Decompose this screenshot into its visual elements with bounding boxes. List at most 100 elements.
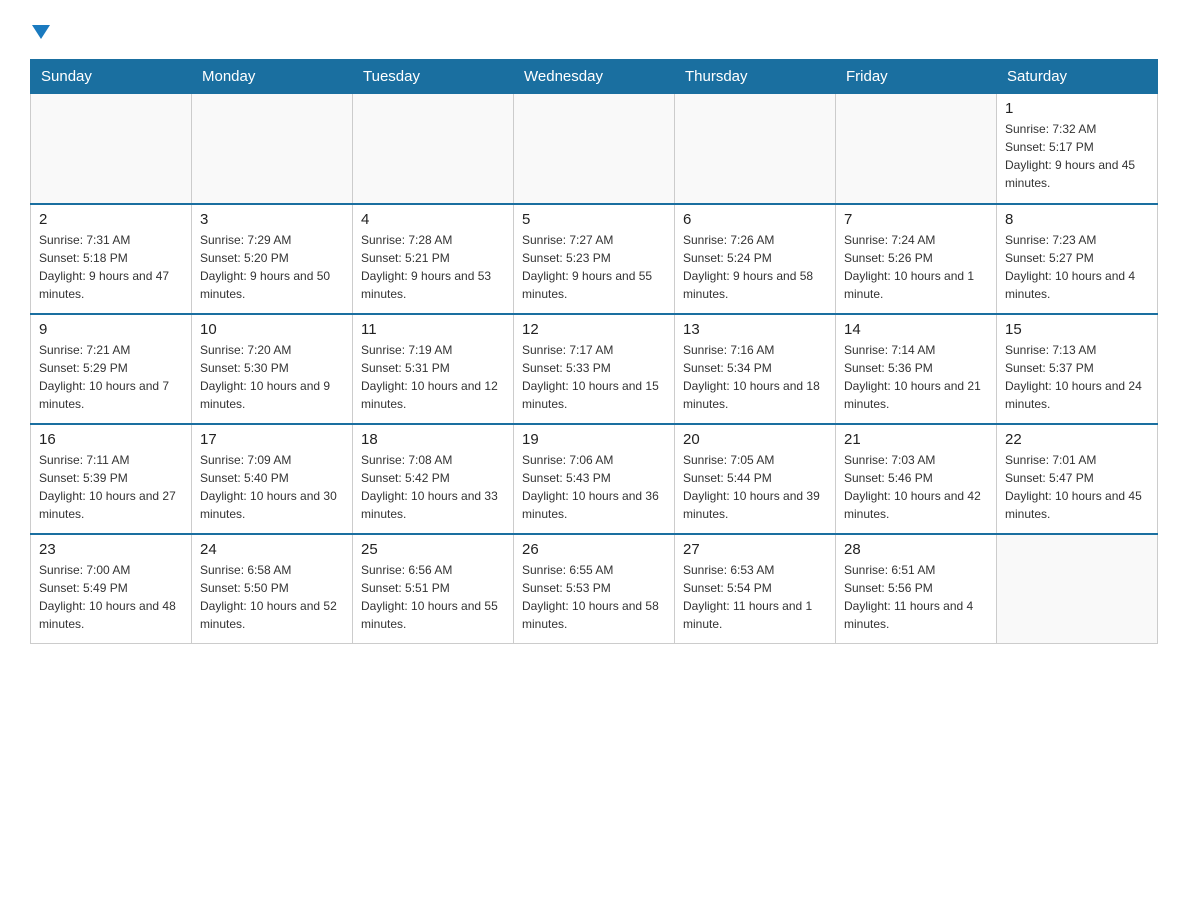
day-number: 23 xyxy=(39,541,183,558)
calendar-header: SundayMondayTuesdayWednesdayThursdayFrid… xyxy=(31,60,1158,94)
calendar-cell xyxy=(192,94,353,204)
day-number: 24 xyxy=(200,541,344,558)
day-number: 28 xyxy=(844,541,988,558)
day-number: 22 xyxy=(1005,431,1149,448)
calendar-cell xyxy=(675,94,836,204)
calendar-cell xyxy=(836,94,997,204)
day-info: Sunrise: 6:58 AM Sunset: 5:50 PM Dayligh… xyxy=(200,561,344,633)
weekday-header-monday: Monday xyxy=(192,60,353,94)
day-number: 5 xyxy=(522,211,666,228)
calendar-cell: 20 Sunrise: 7:05 AM Sunset: 5:44 PM Dayli… xyxy=(675,424,836,534)
day-number: 3 xyxy=(200,211,344,228)
day-info: Sunrise: 7:21 AM Sunset: 5:29 PM Dayligh… xyxy=(39,341,183,413)
day-info: Sunrise: 7:29 AM Sunset: 5:20 PM Dayligh… xyxy=(200,231,344,303)
day-number: 15 xyxy=(1005,321,1149,338)
day-info: Sunrise: 6:55 AM Sunset: 5:53 PM Dayligh… xyxy=(522,561,666,633)
week-row-5: 23Sunrise: 7:00 AM Sunset: 5:49 PM Dayli… xyxy=(31,534,1158,644)
calendar-cell: 15 Sunrise: 7:13 AM Sunset: 5:37 PM Dayli… xyxy=(997,314,1158,424)
page-header xyxy=(30,20,1158,43)
day-number: 8 xyxy=(1005,211,1149,228)
weekday-header-sunday: Sunday xyxy=(31,60,192,94)
day-number: 1 xyxy=(1005,100,1149,117)
calendar-cell: 5 Sunrise: 7:27 AM Sunset: 5:23 PM Daylig… xyxy=(514,204,675,314)
calendar-cell: 1 Sunrise: 7:32 AM Sunset: 5:17 PM Daylig… xyxy=(997,94,1158,204)
calendar-cell: 7 Sunrise: 7:24 AM Sunset: 5:26 PM Daylig… xyxy=(836,204,997,314)
day-number: 4 xyxy=(361,211,505,228)
day-info: Sunrise: 7:20 AM Sunset: 5:30 PM Dayligh… xyxy=(200,341,344,413)
day-info: Sunrise: 7:24 AM Sunset: 5:26 PM Dayligh… xyxy=(844,231,988,303)
calendar-cell: 11 Sunrise: 7:19 AM Sunset: 5:31 PM Dayli… xyxy=(353,314,514,424)
day-info: Sunrise: 7:19 AM Sunset: 5:31 PM Dayligh… xyxy=(361,341,505,413)
day-number: 21 xyxy=(844,431,988,448)
day-number: 14 xyxy=(844,321,988,338)
calendar-cell: 19 Sunrise: 7:06 AM Sunset: 5:43 PM Dayli… xyxy=(514,424,675,534)
day-info: Sunrise: 7:09 AM Sunset: 5:40 PM Dayligh… xyxy=(200,451,344,523)
day-number: 12 xyxy=(522,321,666,338)
calendar-cell xyxy=(31,94,192,204)
day-number: 7 xyxy=(844,211,988,228)
calendar-cell: 22 Sunrise: 7:01 AM Sunset: 5:47 PM Dayli… xyxy=(997,424,1158,534)
day-info: Sunrise: 7:16 AM Sunset: 5:34 PM Dayligh… xyxy=(683,341,827,413)
calendar-cell: 8Sunrise: 7:23 AM Sunset: 5:27 PM Daylig… xyxy=(997,204,1158,314)
day-number: 2 xyxy=(39,211,183,228)
day-number: 13 xyxy=(683,321,827,338)
week-row-1: 1 Sunrise: 7:32 AM Sunset: 5:17 PM Daylig… xyxy=(31,94,1158,204)
day-number: 6 xyxy=(683,211,827,228)
day-info: Sunrise: 7:14 AM Sunset: 5:36 PM Dayligh… xyxy=(844,341,988,413)
calendar-cell: 18 Sunrise: 7:08 AM Sunset: 5:42 PM Dayli… xyxy=(353,424,514,534)
logo-top xyxy=(30,20,50,43)
calendar-cell: 23Sunrise: 7:00 AM Sunset: 5:49 PM Dayli… xyxy=(31,534,192,644)
day-info: Sunrise: 7:03 AM Sunset: 5:46 PM Dayligh… xyxy=(844,451,988,523)
calendar-cell: 25Sunrise: 6:56 AM Sunset: 5:51 PM Dayli… xyxy=(353,534,514,644)
week-row-4: 16 Sunrise: 7:11 AM Sunset: 5:39 PM Dayli… xyxy=(31,424,1158,534)
day-number: 9 xyxy=(39,321,183,338)
day-info: Sunrise: 7:08 AM Sunset: 5:42 PM Dayligh… xyxy=(361,451,505,523)
weekday-header-thursday: Thursday xyxy=(675,60,836,94)
day-info: Sunrise: 7:06 AM Sunset: 5:43 PM Dayligh… xyxy=(522,451,666,523)
day-number: 17 xyxy=(200,431,344,448)
day-info: Sunrise: 7:17 AM Sunset: 5:33 PM Dayligh… xyxy=(522,341,666,413)
day-info: Sunrise: 7:32 AM Sunset: 5:17 PM Dayligh… xyxy=(1005,120,1149,192)
calendar-cell xyxy=(514,94,675,204)
day-number: 25 xyxy=(361,541,505,558)
day-info: Sunrise: 7:26 AM Sunset: 5:24 PM Dayligh… xyxy=(683,231,827,303)
day-info: Sunrise: 7:13 AM Sunset: 5:37 PM Dayligh… xyxy=(1005,341,1149,413)
calendar-cell: 6 Sunrise: 7:26 AM Sunset: 5:24 PM Daylig… xyxy=(675,204,836,314)
day-number: 18 xyxy=(361,431,505,448)
calendar-cell: 24 Sunrise: 6:58 AM Sunset: 5:50 PM Dayli… xyxy=(192,534,353,644)
calendar-cell: 12 Sunrise: 7:17 AM Sunset: 5:33 PM Dayli… xyxy=(514,314,675,424)
day-info: Sunrise: 6:53 AM Sunset: 5:54 PM Dayligh… xyxy=(683,561,827,633)
calendar-cell xyxy=(353,94,514,204)
calendar-cell: 17 Sunrise: 7:09 AM Sunset: 5:40 PM Dayli… xyxy=(192,424,353,534)
day-number: 19 xyxy=(522,431,666,448)
day-info: Sunrise: 7:01 AM Sunset: 5:47 PM Dayligh… xyxy=(1005,451,1149,523)
day-number: 20 xyxy=(683,431,827,448)
weekday-header-saturday: Saturday xyxy=(997,60,1158,94)
calendar-cell: 4Sunrise: 7:28 AM Sunset: 5:21 PM Daylig… xyxy=(353,204,514,314)
calendar-cell: 9 Sunrise: 7:21 AM Sunset: 5:29 PM Daylig… xyxy=(31,314,192,424)
calendar-cell: 27 Sunrise: 6:53 AM Sunset: 5:54 PM Dayli… xyxy=(675,534,836,644)
calendar-table: SundayMondayTuesdayWednesdayThursdayFrid… xyxy=(30,59,1158,644)
logo-arrow-icon xyxy=(32,25,50,39)
day-info: Sunrise: 7:31 AM Sunset: 5:18 PM Dayligh… xyxy=(39,231,183,303)
calendar-body: 1 Sunrise: 7:32 AM Sunset: 5:17 PM Daylig… xyxy=(31,94,1158,644)
day-number: 16 xyxy=(39,431,183,448)
calendar-cell: 14 Sunrise: 7:14 AM Sunset: 5:36 PM Dayli… xyxy=(836,314,997,424)
calendar-cell: 2 Sunrise: 7:31 AM Sunset: 5:18 PM Daylig… xyxy=(31,204,192,314)
day-number: 26 xyxy=(522,541,666,558)
day-number: 27 xyxy=(683,541,827,558)
day-info: Sunrise: 7:11 AM Sunset: 5:39 PM Dayligh… xyxy=(39,451,183,523)
logo xyxy=(30,20,50,43)
calendar-cell: 21 Sunrise: 7:03 AM Sunset: 5:46 PM Dayli… xyxy=(836,424,997,534)
calendar-cell: 13 Sunrise: 7:16 AM Sunset: 5:34 PM Dayli… xyxy=(675,314,836,424)
day-number: 10 xyxy=(200,321,344,338)
day-number: 11 xyxy=(361,321,505,338)
calendar-cell: 28 Sunrise: 6:51 AM Sunset: 5:56 PM Dayli… xyxy=(836,534,997,644)
weekday-header-friday: Friday xyxy=(836,60,997,94)
day-info: Sunrise: 6:51 AM Sunset: 5:56 PM Dayligh… xyxy=(844,561,988,633)
day-info: Sunrise: 7:05 AM Sunset: 5:44 PM Dayligh… xyxy=(683,451,827,523)
calendar-cell: 3 Sunrise: 7:29 AM Sunset: 5:20 PM Daylig… xyxy=(192,204,353,314)
calendar-cell: 26 Sunrise: 6:55 AM Sunset: 5:53 PM Dayli… xyxy=(514,534,675,644)
weekday-header-row: SundayMondayTuesdayWednesdayThursdayFrid… xyxy=(31,60,1158,94)
day-info: Sunrise: 7:27 AM Sunset: 5:23 PM Dayligh… xyxy=(522,231,666,303)
